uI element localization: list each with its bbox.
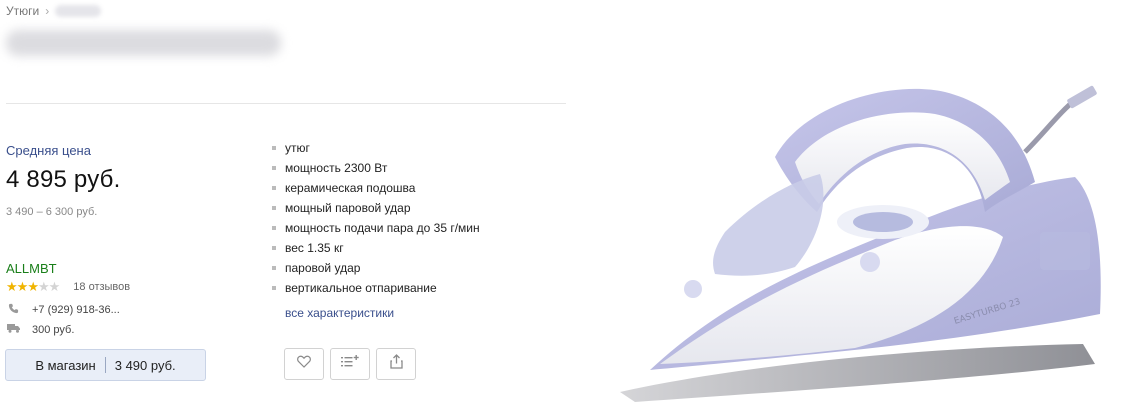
spec-text: мощность 2300 Вт — [285, 161, 388, 175]
go-to-store-button[interactable]: В магазин 3 490 руб. — [5, 349, 206, 381]
spec-text: мощный паровой удар — [285, 201, 411, 215]
bullet-icon — [272, 286, 276, 290]
spec-text: утюг — [285, 141, 310, 155]
bullet-icon — [272, 166, 276, 170]
bullet-icon — [272, 146, 276, 150]
breadcrumb-link-irons[interactable]: Утюги — [6, 4, 39, 18]
heart-icon — [297, 355, 311, 373]
star-icon: ★ — [6, 279, 18, 294]
bullet-icon — [272, 226, 276, 230]
spec-item: мощный паровой удар — [272, 201, 480, 221]
compare-list-icon — [341, 355, 359, 373]
reviews-link[interactable]: 18 отзывов — [73, 281, 130, 293]
divider — [6, 103, 566, 104]
average-price-label[interactable]: Средняя цена — [6, 143, 91, 158]
button-separator — [104, 357, 106, 373]
spec-item: вес 1.35 кг — [272, 241, 480, 261]
delivery-price: 300 руб. — [32, 323, 75, 336]
truck-icon — [6, 323, 20, 336]
rating-stars: ★★★★★ — [6, 279, 61, 295]
average-price: 4 895 руб. — [6, 166, 121, 193]
share-button[interactable] — [376, 348, 416, 380]
star-icon: ★ — [27, 279, 39, 294]
spec-list: утюг мощность 2300 Вт керамическая подош… — [272, 141, 480, 301]
shop-delivery-row: 300 руб. — [6, 323, 74, 336]
spec-item: керамическая подошва — [272, 181, 480, 201]
spec-text: паровой удар — [285, 261, 361, 275]
spec-item: мощность подачи пара до 35 г/мин — [272, 221, 480, 241]
star-empty-icon: ★ — [37, 279, 50, 294]
breadcrumb-current-blurred — [55, 5, 102, 17]
shop-name-link[interactable]: ALLMBT — [6, 261, 57, 276]
chevron-right-icon: › — [45, 4, 50, 18]
go-to-store-label: В магазин — [35, 357, 96, 373]
all-specs-link[interactable]: все характеристики — [285, 306, 394, 320]
star-empty-icon: ★ — [48, 279, 61, 294]
spec-item: мощность 2300 Вт — [272, 161, 480, 181]
shop-phone-row: +7 (929) 918-36... — [6, 303, 120, 317]
product-image: EASYTURBO 23 — [605, 52, 1123, 414]
bullet-icon — [272, 186, 276, 190]
phone-icon — [6, 303, 20, 317]
store-offer-price: 3 490 руб. — [114, 357, 176, 373]
star-icon: ★ — [16, 279, 29, 294]
spec-text: вертикальное отпаривание — [285, 281, 437, 295]
spec-text: мощность подачи пара до 35 г/мин — [285, 221, 480, 235]
bullet-icon — [272, 266, 276, 270]
bullet-icon — [272, 246, 276, 250]
spec-text: вес 1.35 кг — [285, 241, 344, 255]
bullet-icon — [272, 206, 276, 210]
spec-item: утюг — [272, 141, 480, 161]
shop-phone[interactable]: +7 (929) 918-36... — [32, 304, 120, 316]
spec-item: паровой удар — [272, 261, 480, 281]
page-title-blurred — [6, 30, 281, 56]
spec-text: керамическая подошва — [285, 181, 416, 195]
compare-button[interactable] — [330, 348, 370, 380]
shop-rating-row: ★★★★★ 18 отзывов — [6, 279, 130, 295]
share-icon — [389, 354, 403, 374]
breadcrumb: Утюги › — [6, 4, 102, 18]
spec-item: вертикальное отпаривание — [272, 281, 480, 301]
favorite-button[interactable] — [284, 348, 324, 380]
price-range: 3 490 – 6 300 руб. — [6, 206, 98, 218]
